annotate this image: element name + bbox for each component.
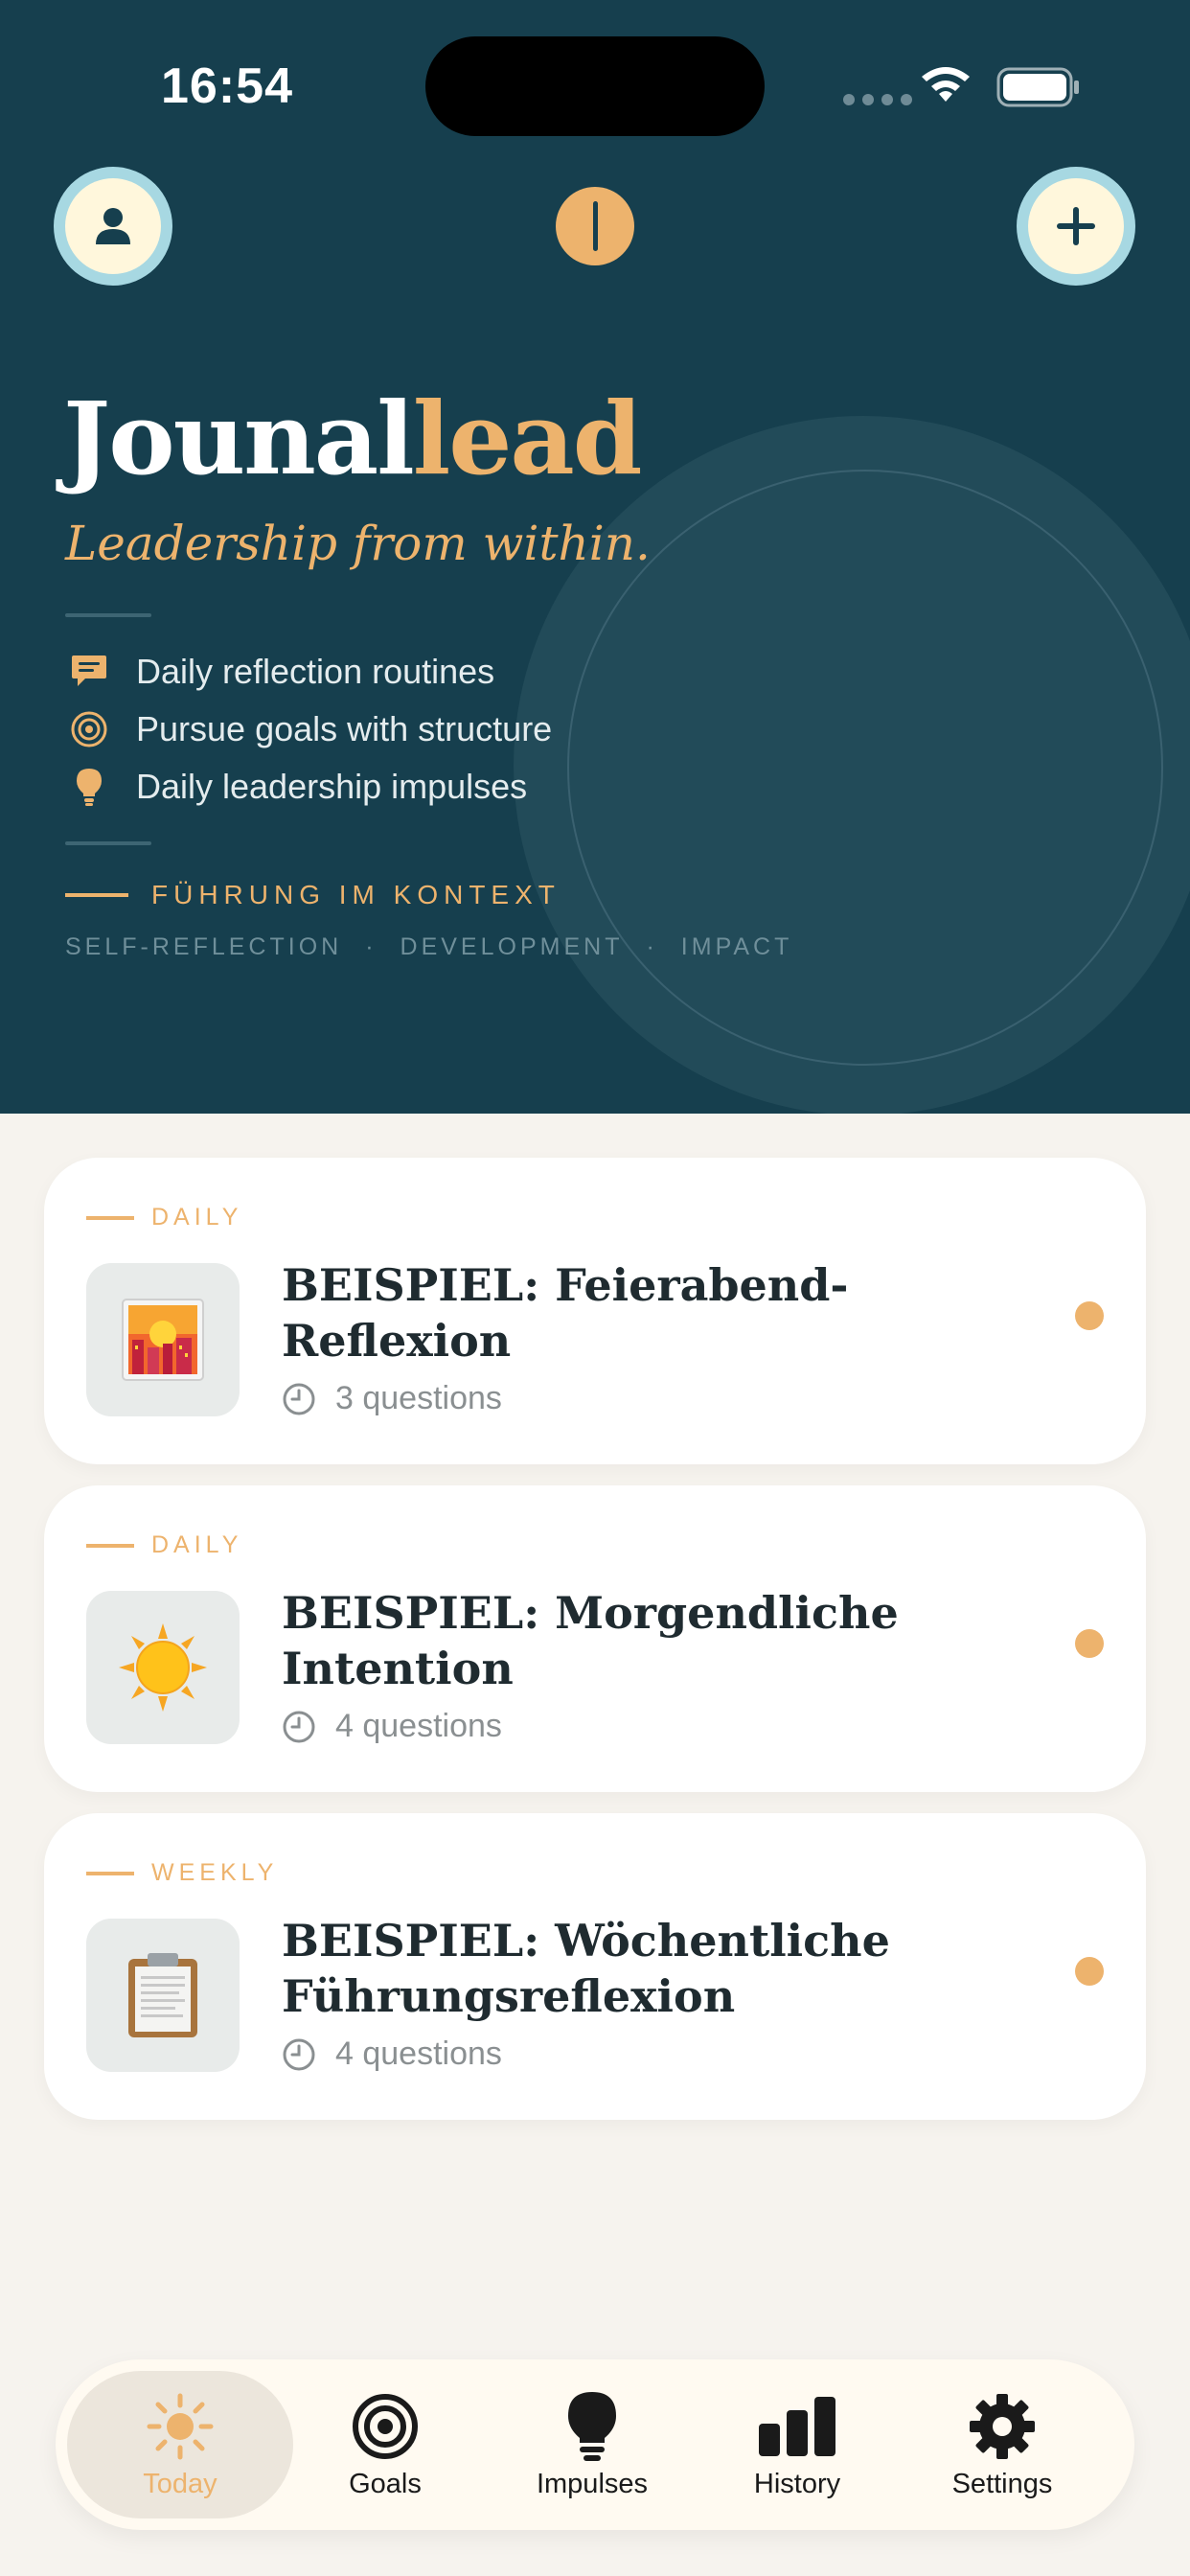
feature-item: Daily reflection routines <box>65 648 494 696</box>
routine-question-count: 4 questions <box>335 1708 502 1744</box>
tab-label: Settings <box>951 2468 1053 2499</box>
divider <box>65 613 151 617</box>
tab-today[interactable]: Today <box>67 2371 293 2518</box>
routine-card[interactable]: DAILY BEISPIEL: Morgendliche Intention 4… <box>44 1485 1146 1792</box>
status-dot <box>1075 1629 1104 1658</box>
bar-chart-icon <box>759 2396 835 2456</box>
tab-label: Today <box>143 2468 217 2499</box>
app-brand-title: Jounallead <box>63 380 643 497</box>
context-label-text: FÜHRUNG IM KONTEXT <box>151 880 561 909</box>
keyword-separator: · <box>646 933 658 960</box>
feature-label: Pursue goals with structure <box>136 709 553 748</box>
keyword-separator: · <box>365 933 378 960</box>
routine-meta: 4 questions <box>282 1708 502 1745</box>
clipboard-icon <box>128 1953 197 2037</box>
tab-label: History <box>753 2468 841 2499</box>
routine-thumbnail-icon <box>86 1263 240 1416</box>
tab-impulses[interactable]: Impulses <box>479 2371 705 2518</box>
wifi-icon <box>922 67 970 102</box>
divider <box>65 841 151 845</box>
routine-card[interactable]: DAILY BEISPIEL: Feierabend-Reflexion 3 q… <box>44 1158 1146 1464</box>
plus-icon <box>1057 207 1095 245</box>
tab-bar: Today Goals Impulses History Settings <box>56 2359 1134 2530</box>
routine-category: DAILY <box>86 1531 242 1559</box>
feature-item: Pursue goals with structure <box>65 705 552 753</box>
cityscape-sunset-icon <box>122 1299 204 1381</box>
keyword: SELF-REFLECTION <box>65 933 343 960</box>
profile-button[interactable] <box>54 167 172 286</box>
routine-thumbnail-icon <box>86 1919 240 2072</box>
clock-icon <box>283 2038 315 2070</box>
routine-question-count: 4 questions <box>335 2036 502 2072</box>
clock-icon <box>283 1383 315 1414</box>
routine-title: BEISPIEL: Wöchentliche Führungsreflexion <box>282 1915 890 2022</box>
hero-decor-ring <box>567 470 1163 1066</box>
profile-icon <box>96 208 130 244</box>
tab-label: Impulses <box>536 2468 649 2499</box>
add-button[interactable] <box>1017 167 1135 286</box>
routine-meta: 4 questions <box>282 2036 502 2073</box>
keyword: DEVELOPMENT <box>400 933 624 960</box>
status-time: 16:54 <box>161 58 293 114</box>
status-dot <box>1075 1301 1104 1330</box>
tagline: Leadership from within. <box>65 516 651 571</box>
logo-mark-icon <box>556 187 634 265</box>
gear-icon <box>970 2393 1035 2459</box>
keyword-list: SELF-REFLECTION · DEVELOPMENT · IMPACT <box>65 933 792 961</box>
feature-item: Daily leadership impulses <box>65 763 527 811</box>
dynamic-island <box>425 36 765 136</box>
context-label: FÜHRUNG IM KONTEXT <box>65 880 561 910</box>
tab-settings[interactable]: Settings <box>889 2371 1115 2518</box>
routine-title: BEISPIEL: Morgendliche Intention <box>282 1587 899 1694</box>
lightbulb-icon <box>568 2391 616 2461</box>
routine-meta: 3 questions <box>282 1380 502 1417</box>
target-icon <box>65 705 113 753</box>
sun-icon <box>147 2393 214 2459</box>
tab-goals[interactable]: Goals <box>272 2371 498 2518</box>
status-dot <box>1075 1957 1104 1986</box>
target-icon <box>353 2393 418 2459</box>
brand-primary: Jounal <box>63 380 415 497</box>
sun-emoji-icon <box>119 1623 207 1712</box>
feature-label: Daily reflection routines <box>136 652 495 691</box>
hero-section: 16:54 Jounallead Leadership from within.… <box>0 0 1190 1114</box>
routine-category: DAILY <box>86 1204 242 1231</box>
routine-category: WEEKLY <box>86 1859 278 1887</box>
tab-label: Goals <box>349 2468 422 2499</box>
battery-icon <box>996 67 1079 107</box>
routine-question-count: 3 questions <box>335 1380 502 1416</box>
routine-thumbnail-icon <box>86 1591 240 1744</box>
lightbulb-icon <box>65 763 113 811</box>
routine-title: BEISPIEL: Feierabend-Reflexion <box>282 1259 849 1367</box>
signal-icon <box>843 94 912 105</box>
keyword: IMPACT <box>680 933 793 960</box>
routine-card[interactable]: WEEKLY BEISPIEL: Wöchentliche Führungsre… <box>44 1813 1146 2120</box>
clock-icon <box>283 1711 315 1742</box>
feature-label: Daily leadership impulses <box>136 767 528 806</box>
tab-history[interactable]: History <box>684 2371 910 2518</box>
brand-accent: lead <box>412 380 643 497</box>
chat-bubble-icon <box>65 648 113 696</box>
